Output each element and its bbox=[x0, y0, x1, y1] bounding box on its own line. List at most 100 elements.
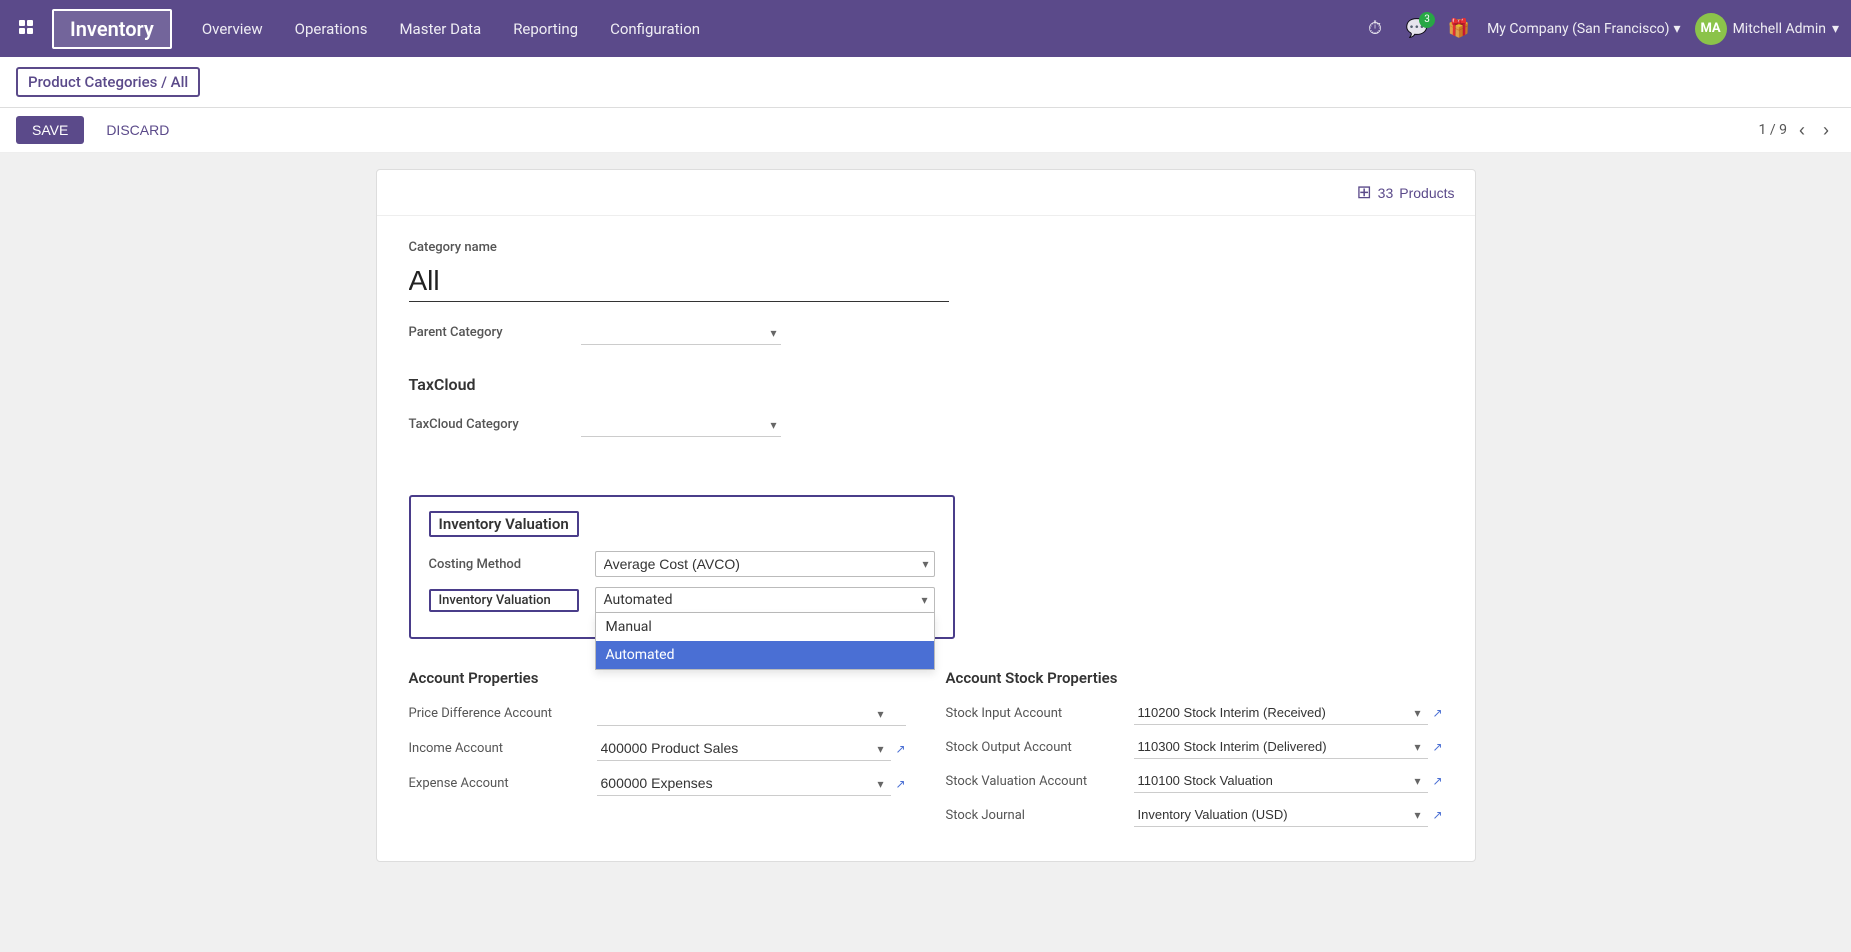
stock-output-external-link[interactable]: ↗ bbox=[1432, 740, 1442, 754]
stock-input-wrapper: 110200 Stock Interim (Received) ▾ ↗ bbox=[1134, 701, 1443, 725]
form-body: Category name Parent Category TaxCloud T… bbox=[377, 216, 1475, 861]
menu-item-master-data[interactable]: Master Data bbox=[385, 12, 495, 46]
parent-category-wrapper bbox=[581, 320, 781, 345]
category-name-input[interactable] bbox=[409, 261, 949, 302]
account-properties-section: Account Properties Price Difference Acco… bbox=[409, 669, 906, 837]
inventory-valuation-outer: Inventory Valuation Costing Method Avera… bbox=[409, 465, 1443, 639]
option-manual[interactable]: Manual bbox=[596, 613, 934, 641]
parent-category-field: Parent Category bbox=[409, 320, 1443, 345]
stock-input-field: Stock Input Account 110200 Stock Interim… bbox=[946, 701, 1443, 725]
taxcloud-section: TaxCloud TaxCloud Category bbox=[409, 375, 1443, 437]
user-name: Mitchell Admin bbox=[1733, 21, 1826, 37]
expense-account-select[interactable]: 600000 Expenses bbox=[597, 771, 892, 796]
category-name-label: Category name bbox=[409, 240, 1443, 255]
taxcloud-category-field: TaxCloud Category bbox=[409, 412, 1443, 437]
stock-valuation-external-link[interactable]: ↗ bbox=[1432, 774, 1442, 788]
top-menu: Overview Operations Master Data Reportin… bbox=[188, 12, 1353, 46]
price-diff-label: Price Difference Account bbox=[409, 706, 589, 721]
products-label: Products bbox=[1399, 185, 1454, 201]
stock-journal-wrapper: Inventory Valuation (USD) ▾ ↗ bbox=[1134, 803, 1443, 827]
card-header: ⊞ 33 Products bbox=[377, 170, 1475, 216]
inventory-valuation-field: Inventory Valuation Automated Manual Aut… bbox=[429, 587, 935, 613]
income-account-wrapper: 400000 Product Sales ▾ ↗ bbox=[597, 736, 906, 761]
grid-menu-icon[interactable] bbox=[12, 13, 44, 45]
income-account-external-link[interactable]: ↗ bbox=[895, 742, 905, 756]
stock-valuation-field: Stock Valuation Account 110100 Stock Val… bbox=[946, 769, 1443, 793]
taxcloud-category-wrapper bbox=[581, 412, 781, 437]
pagination-next[interactable]: › bbox=[1817, 118, 1835, 143]
stock-properties-title: Account Stock Properties bbox=[946, 669, 1443, 687]
parent-category-label: Parent Category bbox=[409, 325, 569, 340]
company-selector[interactable]: My Company (San Francisco) ▾ bbox=[1487, 21, 1680, 37]
parent-category-select[interactable] bbox=[581, 320, 781, 345]
user-selector[interactable]: MA Mitchell Admin ▾ bbox=[1695, 13, 1839, 45]
clock-icon[interactable]: ⏱ bbox=[1361, 15, 1389, 43]
save-button[interactable]: SAVE bbox=[16, 116, 84, 144]
company-dropdown-arrow: ▾ bbox=[1674, 21, 1681, 37]
expense-account-wrapper: 600000 Expenses ▾ ↗ bbox=[597, 771, 906, 796]
taxcloud-category-label: TaxCloud Category bbox=[409, 417, 569, 432]
menu-item-overview[interactable]: Overview bbox=[188, 12, 277, 46]
pagination-text: 1 / 9 bbox=[1759, 122, 1787, 138]
stock-output-label: Stock Output Account bbox=[946, 740, 1126, 755]
income-account-field: Income Account 400000 Product Sales ▾ ↗ bbox=[409, 736, 906, 761]
breadcrumb[interactable]: Product Categories / All bbox=[16, 67, 200, 97]
menu-item-operations[interactable]: Operations bbox=[281, 12, 382, 46]
inventory-valuation-section: Inventory Valuation Costing Method Avera… bbox=[409, 495, 955, 639]
expense-account-label: Expense Account bbox=[409, 776, 589, 791]
user-avatar: MA bbox=[1695, 13, 1727, 45]
option-automated[interactable]: Automated bbox=[596, 641, 934, 669]
expense-account-field: Expense Account 600000 Expenses ▾ ↗ bbox=[409, 771, 906, 796]
expense-account-external-link[interactable]: ↗ bbox=[895, 777, 905, 791]
discard-button[interactable]: DISCARD bbox=[94, 116, 181, 144]
income-account-select[interactable]: 400000 Product Sales bbox=[597, 736, 892, 761]
pagination-prev[interactable]: ‹ bbox=[1793, 118, 1811, 143]
stock-journal-select[interactable]: Inventory Valuation (USD) bbox=[1134, 803, 1429, 827]
price-diff-select[interactable] bbox=[597, 701, 906, 726]
messages-icon[interactable]: 💬 3 bbox=[1403, 15, 1431, 43]
company-name: My Company (San Francisco) bbox=[1487, 21, 1669, 37]
products-grid-icon: ⊞ bbox=[1357, 182, 1372, 203]
user-dropdown-arrow: ▾ bbox=[1832, 21, 1839, 37]
stock-output-select[interactable]: 110300 Stock Interim (Delivered) bbox=[1134, 735, 1429, 759]
menu-item-configuration[interactable]: Configuration bbox=[596, 12, 714, 46]
account-properties-title: Account Properties bbox=[409, 669, 906, 687]
products-button[interactable]: ⊞ 33 Products bbox=[1357, 182, 1455, 203]
income-account-label: Income Account bbox=[409, 741, 589, 756]
main-content: ⊞ 33 Products Category name Parent Categ… bbox=[0, 153, 1851, 952]
price-diff-field: Price Difference Account ▾ bbox=[409, 701, 906, 726]
stock-valuation-select[interactable]: 110100 Stock Valuation bbox=[1134, 769, 1429, 793]
taxcloud-title: TaxCloud bbox=[409, 375, 1443, 394]
inventory-valuation-title: Inventory Valuation bbox=[429, 511, 579, 537]
stock-input-select[interactable]: 110200 Stock Interim (Received) bbox=[1134, 701, 1429, 725]
stock-journal-external-link[interactable]: ↗ bbox=[1432, 808, 1442, 822]
topnav-right: ⏱ 💬 3 🎁 My Company (San Francisco) ▾ MA … bbox=[1361, 13, 1839, 45]
inventory-valuation-trigger[interactable]: Automated bbox=[595, 587, 935, 613]
category-name-field: Category name bbox=[409, 240, 1443, 302]
gift-icon[interactable]: 🎁 bbox=[1445, 15, 1473, 43]
stock-output-wrapper: 110300 Stock Interim (Delivered) ▾ ↗ bbox=[1134, 735, 1443, 759]
stock-properties-section: Account Stock Properties Stock Input Acc… bbox=[946, 669, 1443, 837]
messages-badge: 3 bbox=[1419, 12, 1435, 28]
inventory-valuation-dropdown-container: Automated Manual Automated bbox=[595, 587, 935, 613]
stock-valuation-label: Stock Valuation Account bbox=[946, 774, 1126, 789]
costing-method-label: Costing Method bbox=[429, 557, 579, 572]
stock-input-external-link[interactable]: ↗ bbox=[1432, 706, 1442, 720]
stock-journal-field: Stock Journal Inventory Valuation (USD) … bbox=[946, 803, 1443, 827]
pagination: 1 / 9 ‹ › bbox=[1759, 118, 1835, 143]
stock-input-label: Stock Input Account bbox=[946, 706, 1126, 721]
costing-method-select[interactable]: Average Cost (AVCO) Standard Price First… bbox=[595, 551, 935, 577]
stock-journal-label: Stock Journal bbox=[946, 808, 1126, 823]
inventory-valuation-options: Manual Automated bbox=[595, 613, 935, 670]
stock-output-field: Stock Output Account 110300 Stock Interi… bbox=[946, 735, 1443, 759]
action-bar: SAVE DISCARD 1 / 9 ‹ › bbox=[0, 108, 1851, 153]
menu-item-reporting[interactable]: Reporting bbox=[499, 12, 592, 46]
app-title[interactable]: Inventory bbox=[52, 9, 172, 49]
products-count: 33 bbox=[1378, 185, 1394, 201]
costing-method-wrapper: Average Cost (AVCO) Standard Price First… bbox=[595, 551, 935, 577]
topnav: Inventory Overview Operations Master Dat… bbox=[0, 0, 1851, 57]
taxcloud-category-select[interactable] bbox=[581, 412, 781, 437]
costing-method-field: Costing Method Average Cost (AVCO) Stand… bbox=[429, 551, 935, 577]
form-card: ⊞ 33 Products Category name Parent Categ… bbox=[376, 169, 1476, 862]
breadcrumb-bar: Product Categories / All bbox=[0, 57, 1851, 108]
